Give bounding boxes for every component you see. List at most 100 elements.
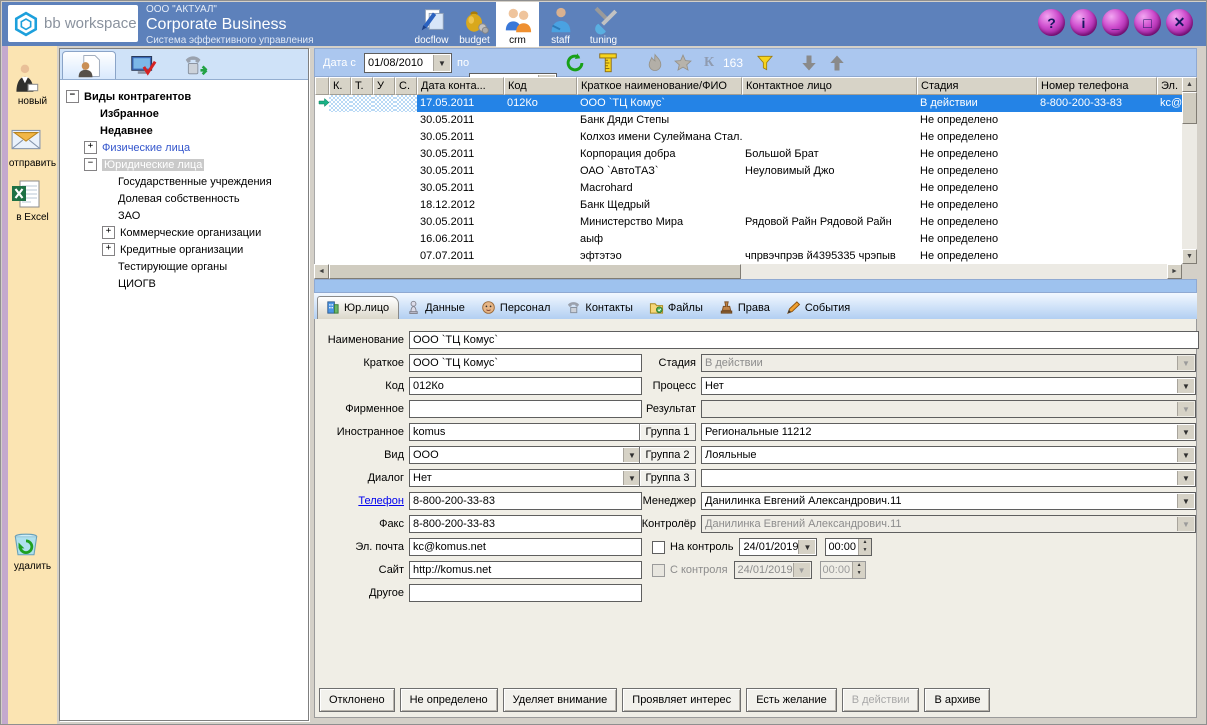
column-header[interactable]: Эл. — [1157, 77, 1182, 95]
kind-select[interactable]: ООО▼ — [409, 446, 642, 464]
spin-up-icon[interactable]: ▲ — [859, 539, 871, 547]
table-vertical-scrollbar[interactable]: ▲ ▼ — [1182, 77, 1197, 264]
arrow-down-icon[interactable] — [799, 53, 819, 73]
tree-item[interactable]: Государственные учреждения — [60, 173, 308, 190]
oncontrol-time-spinner[interactable]: 00:00▲▼ — [825, 538, 872, 556]
tree-item[interactable]: Избранное — [60, 105, 308, 122]
table-row[interactable]: 30.05.2011Министерство МираРядовой Райн … — [315, 214, 1182, 231]
tree-item[interactable]: Долевая собственность — [60, 190, 308, 207]
module-budget[interactable]: budget — [453, 2, 496, 47]
minimize-button[interactable]: _ — [1102, 9, 1129, 36]
foreign-name-field[interactable]: komus — [409, 423, 642, 441]
action-delete-button[interactable]: удалить — [8, 527, 57, 572]
oncontrol-checkbox[interactable] — [652, 541, 665, 554]
process-select[interactable]: Нет▼ — [701, 377, 1196, 395]
tree-item[interactable]: Недавнее — [60, 122, 308, 139]
tab-События[interactable]: События — [779, 297, 859, 319]
group3-button[interactable]: Группа 3 — [639, 469, 696, 487]
scroll-down-icon[interactable]: ▼ — [1182, 249, 1197, 264]
tree-item[interactable]: ЗАО — [60, 207, 308, 224]
brand-name-field[interactable] — [409, 400, 642, 418]
fax-field[interactable]: 8-800-200-33-83 — [409, 515, 642, 533]
arrow-up-icon[interactable] — [827, 53, 847, 73]
table-row[interactable]: 30.05.2011Корпорация добраБольшой БратНе… — [315, 146, 1182, 163]
action-new-button[interactable]: новый — [8, 62, 57, 107]
email-field[interactable]: kc@komus.net — [409, 538, 642, 556]
funnel-filter-icon[interactable] — [755, 53, 775, 73]
column-header[interactable]: Стадия — [917, 77, 1037, 95]
chevron-down-icon[interactable]: ▼ — [1177, 471, 1194, 485]
action-to-excel-button[interactable]: в Excel — [8, 178, 57, 223]
module-crm[interactable]: crm — [496, 2, 539, 47]
column-header[interactable]: Контактное лицо — [742, 77, 917, 95]
expand-plus-icon[interactable]: + — [84, 141, 97, 154]
tab-Права[interactable]: Права — [712, 297, 779, 319]
oncontrol-date-select[interactable]: 24/01/2019▼ — [739, 538, 817, 556]
tasks-tab-tab[interactable] — [116, 52, 170, 79]
tab-Файлы[interactable]: Файлы — [642, 297, 712, 319]
dialog-select[interactable]: Нет▼ — [409, 469, 642, 487]
chevron-down-icon[interactable]: ▼ — [433, 55, 450, 71]
tree-item[interactable]: +Коммерческие организации — [60, 224, 308, 241]
column-header[interactable]: Краткое наименование/ФИО — [577, 77, 742, 95]
tab-Контакты[interactable]: Контакты — [559, 297, 642, 319]
phone-link-label[interactable]: Телефон — [320, 495, 409, 507]
help-button[interactable]: ? — [1038, 9, 1065, 36]
phone-field[interactable]: 8-800-200-33-83 — [409, 492, 642, 510]
manager-select[interactable]: Данилинка Евгений Александрович.11▼ — [701, 492, 1196, 510]
tree-item[interactable]: −Виды контрагентов — [60, 88, 308, 105]
module-tuning[interactable]: tuning — [582, 2, 625, 47]
table-row[interactable]: 17.05.2011012КоООО `ТЦ Комус`В действии8… — [315, 95, 1182, 112]
chevron-down-icon[interactable]: ▼ — [798, 540, 815, 554]
column-header[interactable]: Дата конта... — [417, 77, 504, 95]
tab-Персонал[interactable]: Персонал — [474, 297, 560, 319]
column-header[interactable] — [315, 77, 329, 95]
group1-button[interactable]: Группа 1 — [639, 423, 696, 441]
code-field[interactable]: 012Ко — [409, 377, 642, 395]
group3-select[interactable]: ▼ — [701, 469, 1196, 487]
scroll-up-icon[interactable]: ▲ — [1182, 77, 1197, 92]
stage-button[interactable]: Уделяет внимание — [503, 688, 618, 712]
short-name-field[interactable]: ООО `ТЦ Комус` — [409, 354, 642, 372]
tab-Юр.лицо[interactable]: Юр.лицо — [317, 296, 399, 319]
table-row[interactable]: 18.12.2012Банк ЩедрыйНе определено — [315, 197, 1182, 214]
stage-button[interactable]: В архиве — [924, 688, 990, 712]
scroll-right-icon[interactable]: ► — [1167, 264, 1182, 279]
other-field[interactable] — [409, 584, 642, 602]
tree-item[interactable]: ЦИОГВ — [60, 275, 308, 292]
close-button[interactable]: ✕ — [1166, 9, 1193, 36]
counterparties-tab-tab[interactable] — [62, 51, 116, 79]
tree-item[interactable]: +Кредитные организации — [60, 241, 308, 258]
action-send-button[interactable]: отправить — [8, 124, 57, 169]
expand-minus-icon[interactable]: − — [84, 158, 97, 171]
table-row[interactable]: 30.05.2011Колхоз имени Сулеймана Стал...… — [315, 129, 1182, 146]
tab-Данные[interactable]: Данные — [399, 297, 474, 319]
group2-button[interactable]: Группа 2 — [639, 446, 696, 464]
refresh-icon[interactable] — [563, 53, 587, 73]
group2-select[interactable]: Лояльные▼ — [701, 446, 1196, 464]
ruler-icon[interactable] — [597, 53, 619, 73]
table-row[interactable]: 30.05.2011ОАО `АвтоТАЗ`Неуловимый ДжоНе … — [315, 163, 1182, 180]
table-row[interactable]: 30.05.2011Банк Дяди СтепыНе определено — [315, 112, 1182, 129]
column-header[interactable]: С. — [395, 77, 417, 95]
chevron-down-icon[interactable]: ▼ — [1177, 494, 1194, 508]
stage-button[interactable]: Проявляет интерес — [622, 688, 741, 712]
scroll-left-icon[interactable]: ◄ — [314, 264, 329, 279]
stage-button[interactable]: Не определено — [400, 688, 498, 712]
tree-item[interactable]: +Физические лица — [60, 139, 308, 156]
table-horizontal-scrollbar[interactable]: ◄ ► — [314, 264, 1182, 279]
maximize-button[interactable]: □ — [1134, 9, 1161, 36]
calls-tab-tab[interactable] — [170, 52, 224, 79]
spin-down-icon[interactable]: ▼ — [859, 547, 871, 555]
column-header[interactable]: У — [373, 77, 395, 95]
panel-splitter[interactable] — [314, 279, 1197, 293]
horizontal-scroll-thumb[interactable] — [329, 264, 741, 279]
chevron-down-icon[interactable]: ▼ — [1177, 379, 1194, 393]
name-field[interactable]: ООО `ТЦ Комус` — [409, 331, 1199, 349]
group1-select[interactable]: Региональные 11212▼ — [701, 423, 1196, 441]
chevron-down-icon[interactable]: ▼ — [1177, 448, 1194, 462]
chevron-down-icon[interactable]: ▼ — [623, 471, 640, 485]
expand-plus-icon[interactable]: + — [102, 243, 115, 256]
column-header[interactable]: Т. — [351, 77, 373, 95]
tree-item[interactable]: −Юридические лица — [60, 156, 308, 173]
